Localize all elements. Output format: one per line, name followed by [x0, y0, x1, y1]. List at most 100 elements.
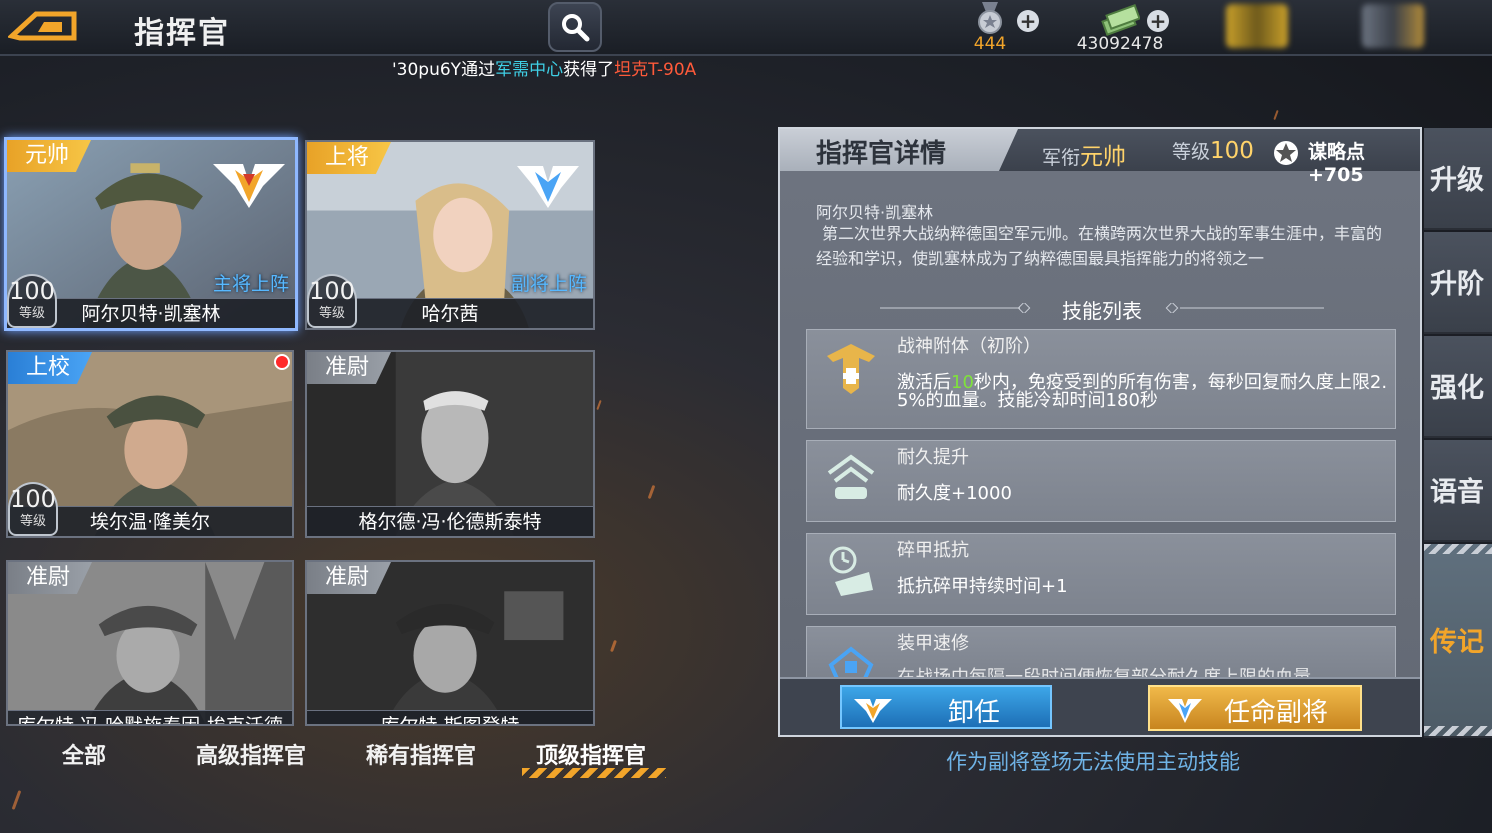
search-button[interactable] [548, 2, 602, 52]
ember-streak [610, 639, 617, 653]
level-badge: 100 等级 [7, 274, 57, 328]
armor-repair-icon [828, 646, 874, 677]
rank-info: 军衔元帅 [1042, 137, 1126, 171]
appoint-label: 任命副将 [1224, 698, 1329, 728]
side-tab-label: 语音 [1430, 477, 1484, 508]
skill-name: 装甲速修 [897, 633, 969, 654]
panel-title-box: 指挥官详情 [780, 129, 1018, 171]
ember-streak [596, 399, 602, 411]
cash-count: 43092478 [1076, 34, 1164, 54]
medal-icon [978, 2, 1002, 34]
panel-header: 指挥官详情 军衔元帅 等级100 谋略点+705 [780, 129, 1420, 186]
search-icon [562, 14, 590, 42]
ember-streak [647, 484, 656, 500]
commander-name: 库尔特·冯·哈默施泰因-埃克沃德 [8, 710, 292, 724]
skill-card[interactable]: 装甲速修 在战场中每隔一段时间便恢复部分耐久度上限的血量 [806, 626, 1396, 678]
commander-card[interactable]: 准尉 格尔德·冯·伦德斯泰特 [305, 350, 595, 538]
side-tab-biography[interactable]: 传记 [1424, 544, 1492, 738]
side-tab-enhance[interactable]: 强化 [1424, 336, 1492, 438]
strategy-points: 谋略点+705 [1308, 141, 1366, 186]
dismiss-button[interactable]: 卸任 [840, 685, 1052, 729]
ember-streak [1273, 109, 1279, 121]
announcement-ticker: '30pu6Y通过军需中心获得了坦克T-90A [392, 55, 696, 80]
commander-name: 格尔德·冯·伦德斯泰特 [307, 506, 593, 536]
skill-desc-text: 5%的血量。技能冷却时间180秒 [897, 390, 1158, 411]
side-tab-voice[interactable]: 语音 [1424, 440, 1492, 542]
deploy-status: 主将上阵 [212, 273, 289, 295]
commander-name: 库尔特·斯图登特 [307, 710, 593, 724]
level-badge: 100 等级 [8, 482, 58, 536]
ember-streak [11, 790, 22, 810]
level-label: 等级 [18, 306, 45, 321]
medal-count: 444 [973, 34, 1007, 54]
back-button[interactable] [6, 6, 80, 46]
blurred-badge-icon[interactable] [1362, 4, 1424, 48]
deputy-note: 作为副将登场无法使用主动技能 [946, 750, 1240, 774]
side-tab-upgrade[interactable]: 升级 [1424, 128, 1492, 230]
appoint-deputy-button[interactable]: 任命副将 [1148, 685, 1362, 731]
side-tab-promote[interactable]: 升阶 [1424, 232, 1492, 334]
ticker-player: '30pu6Y [392, 60, 462, 80]
medal-resource: 444 [960, 2, 1020, 54]
durability-up-icon [827, 454, 875, 499]
commander-card[interactable]: 准尉 库尔特·冯·哈默施泰因-埃克沃德 [6, 560, 294, 726]
general-emblem-icon [1168, 699, 1202, 723]
add-medal-button[interactable]: + [1017, 10, 1039, 32]
add-cash-button[interactable]: + [1147, 10, 1169, 32]
ticker-got: 获得了 [563, 60, 615, 80]
active-tab-indicator [522, 768, 666, 778]
skill-name: 碎甲抵抗 [897, 540, 969, 561]
skill-name: 战神附体（初阶） [897, 336, 1041, 357]
level-label: 等级 [1172, 141, 1211, 163]
cash-stack-icon [1101, 4, 1141, 36]
skill-description: 抵抗碎甲持续时间+1 [897, 576, 1068, 597]
side-tab-label: 升阶 [1430, 269, 1484, 300]
top-bar: 指挥官 444 + 43092478 + [0, 0, 1492, 56]
tab-top[interactable]: 顶级指挥官 [536, 738, 646, 770]
ticker-item: 坦克T-90A [614, 60, 697, 80]
tab-all[interactable]: 全部 [62, 738, 106, 770]
deploy-status: 副将上阵 [510, 273, 587, 295]
level-value: 100 [9, 277, 55, 305]
active-stripe [1424, 544, 1492, 554]
skills-title: 技能列表 [1062, 299, 1142, 323]
ticker-source: 军需中心 [495, 60, 564, 80]
level-badge: 100 等级 [307, 274, 357, 328]
skill-card[interactable]: 耐久提升 耐久度+1000 [806, 440, 1396, 522]
level-label: 等级 [318, 306, 345, 321]
commander-card[interactable]: 准尉 库尔特·斯图登特 [305, 560, 595, 726]
blurred-avatar-icon[interactable] [1226, 4, 1288, 48]
panel-title: 指挥官详情 [816, 139, 947, 169]
side-tab-label: 升级 [1430, 165, 1484, 196]
rank-value: 元帅 [1080, 144, 1127, 170]
active-stripe [1424, 726, 1492, 736]
armor-resist-icon [829, 546, 873, 596]
marshal-emblem-icon [854, 699, 892, 723]
tab-senior[interactable]: 高级指挥官 [196, 738, 306, 770]
skill-card[interactable]: 战神附体（初阶） 激活后10秒内，免疫受到的所有伤害，每秒回复耐久度上限2. 5%… [806, 329, 1396, 429]
tab-rare[interactable]: 稀有指挥官 [366, 738, 476, 770]
back-arrow-icon [6, 11, 77, 41]
strategy-point-icon [1274, 141, 1298, 165]
eagle-shield-icon [827, 344, 875, 394]
skill-description: 激活后10秒内，免疫受到的所有伤害，每秒回复耐久度上限2. 5%的血量。技能冷却时… [897, 374, 1387, 410]
ticker-via: 通过 [461, 60, 496, 80]
dismiss-label: 卸任 [948, 698, 1001, 728]
commander-card[interactable]: 上将 副将上阵 哈尔茜 100 等级 [305, 140, 595, 330]
skill-name: 耐久提升 [897, 447, 969, 468]
side-tab-label: 强化 [1430, 373, 1484, 404]
marshal-emblem-icon [213, 164, 285, 208]
level-label: 等级 [19, 514, 46, 529]
rank-label: 军衔 [1042, 147, 1081, 169]
commander-description: 第二次世界大战纳粹德国空军元帅。在横跨两次世界大战的军事生涯中，丰富的经验和学识… [816, 224, 1383, 268]
skill-card[interactable]: 碎甲抵抗 抵抗碎甲持续时间+1 [806, 533, 1396, 615]
panel-footer: 卸任 任命副将 [780, 677, 1420, 735]
commander-detail-panel: 指挥官详情 军衔元帅 等级100 谋略点+705 阿尔贝特·凯塞林 第二次世界大… [778, 127, 1422, 737]
commander-card[interactable]: 元帅 主将上阵 阿尔贝特·凯塞林 100 等级 [4, 137, 298, 331]
divider-right [1165, 303, 1324, 313]
commander-card[interactable]: 上校 埃尔温·隆美尔 100 等级 [6, 350, 294, 538]
level-info: 等级100 [1172, 137, 1254, 164]
skill-description: 耐久度+1000 [897, 483, 1012, 504]
level-value: 100 [10, 485, 56, 513]
level-value: 100 [309, 277, 355, 305]
